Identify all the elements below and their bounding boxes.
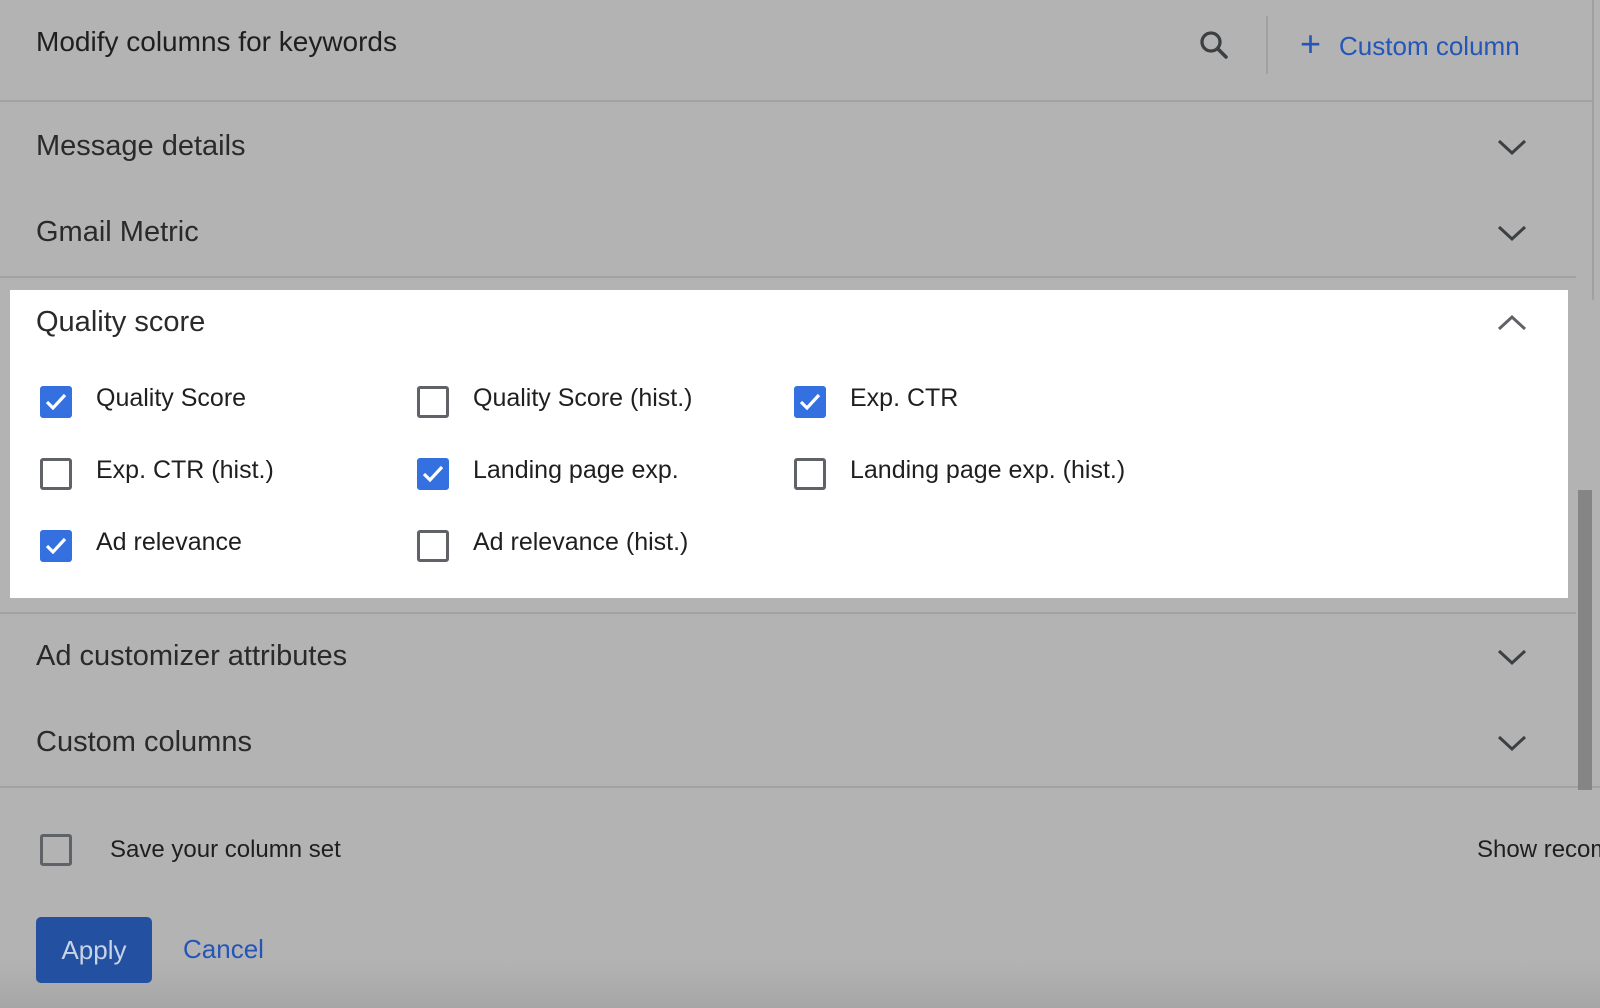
- checkbox-label: Ad relevance: [96, 528, 242, 556]
- section-ad-customizer-attributes[interactable]: Ad customizer attributes: [0, 614, 1576, 700]
- section-divider: [0, 276, 1576, 278]
- dialog-title: Modify columns for keywords: [36, 26, 398, 57]
- checkbox-label: Landing page exp.: [473, 456, 679, 484]
- section-label: Gmail Metric: [36, 216, 199, 248]
- checkbox-label: Save your column set: [110, 836, 341, 863]
- checkbox-ad-relevance-hist[interactable]: Ad relevance (hist.): [417, 526, 688, 562]
- chevron-down-icon[interactable]: [1496, 134, 1528, 160]
- custom-column-label: Custom column: [1339, 30, 1520, 61]
- check-icon: [422, 465, 444, 483]
- scrollbar-thumb[interactable]: [1578, 490, 1592, 790]
- checkbox-label: Quality Score (hist.): [473, 384, 693, 412]
- checkbox[interactable]: [40, 834, 72, 866]
- checkbox[interactable]: [417, 386, 449, 418]
- section-gmail-metric[interactable]: Gmail Metric: [0, 190, 1576, 276]
- checkbox[interactable]: [40, 458, 72, 490]
- plus-icon: +: [1300, 23, 1322, 64]
- checkbox-label: Landing page exp. (hist.): [850, 456, 1126, 484]
- checkbox[interactable]: [794, 458, 826, 490]
- section-quality-score: Quality score Quality Score Quality Scor…: [10, 290, 1568, 598]
- apply-button[interactable]: Apply: [36, 917, 152, 983]
- checkbox[interactable]: [417, 530, 449, 562]
- checkbox-quality-score[interactable]: Quality Score: [40, 382, 246, 418]
- checkbox[interactable]: [40, 386, 72, 418]
- checkbox-quality-score-hist[interactable]: Quality Score (hist.): [417, 382, 693, 418]
- checkbox[interactable]: [794, 386, 826, 418]
- chevron-down-icon[interactable]: [1496, 644, 1528, 670]
- bottom-shade: [0, 960, 1600, 1008]
- footer-divider: [0, 786, 1600, 788]
- cancel-button[interactable]: Cancel: [183, 934, 264, 965]
- section-label: Custom columns: [36, 726, 252, 758]
- search-icon[interactable]: [1196, 27, 1232, 63]
- checkbox-label: Quality Score: [96, 384, 247, 412]
- checkbox[interactable]: [40, 530, 72, 562]
- checkbox-ad-relevance[interactable]: Ad relevance: [40, 526, 242, 562]
- save-column-set-checkbox[interactable]: Save your column set: [40, 834, 341, 866]
- section-label: Message details: [36, 130, 246, 162]
- section-label: Ad customizer attributes: [36, 640, 348, 672]
- section-label[interactable]: Quality score: [36, 306, 205, 339]
- check-icon: [45, 393, 67, 411]
- show-recommendations-toggle[interactable]: Show recom: [1477, 836, 1600, 864]
- header-divider: [1266, 16, 1268, 74]
- chevron-up-icon[interactable]: [1496, 310, 1528, 336]
- checkbox[interactable]: [417, 458, 449, 490]
- checkbox-landing-page-exp-hist[interactable]: Landing page exp. (hist.): [794, 454, 1125, 490]
- checkbox-label: Exp. CTR (hist.): [96, 456, 274, 484]
- checkbox-landing-page-exp[interactable]: Landing page exp.: [417, 454, 679, 490]
- checkbox-exp-ctr-hist[interactable]: Exp. CTR (hist.): [40, 454, 274, 490]
- section-message-details[interactable]: Message details: [0, 104, 1576, 190]
- dialog-header: Modify columns for keywords + Custom col…: [0, 0, 1592, 102]
- checkbox-label: Ad relevance (hist.): [473, 528, 689, 556]
- custom-column-button[interactable]: + Custom column: [1300, 24, 1520, 68]
- check-icon: [799, 393, 821, 411]
- check-icon: [45, 537, 67, 555]
- checkbox-exp-ctr[interactable]: Exp. CTR: [794, 382, 958, 418]
- chevron-down-icon[interactable]: [1496, 730, 1528, 756]
- section-custom-columns[interactable]: Custom columns: [0, 700, 1576, 786]
- chevron-down-icon[interactable]: [1496, 220, 1528, 246]
- checkbox-label: Exp. CTR: [850, 384, 959, 412]
- outer-scroll-track: [1592, 0, 1594, 300]
